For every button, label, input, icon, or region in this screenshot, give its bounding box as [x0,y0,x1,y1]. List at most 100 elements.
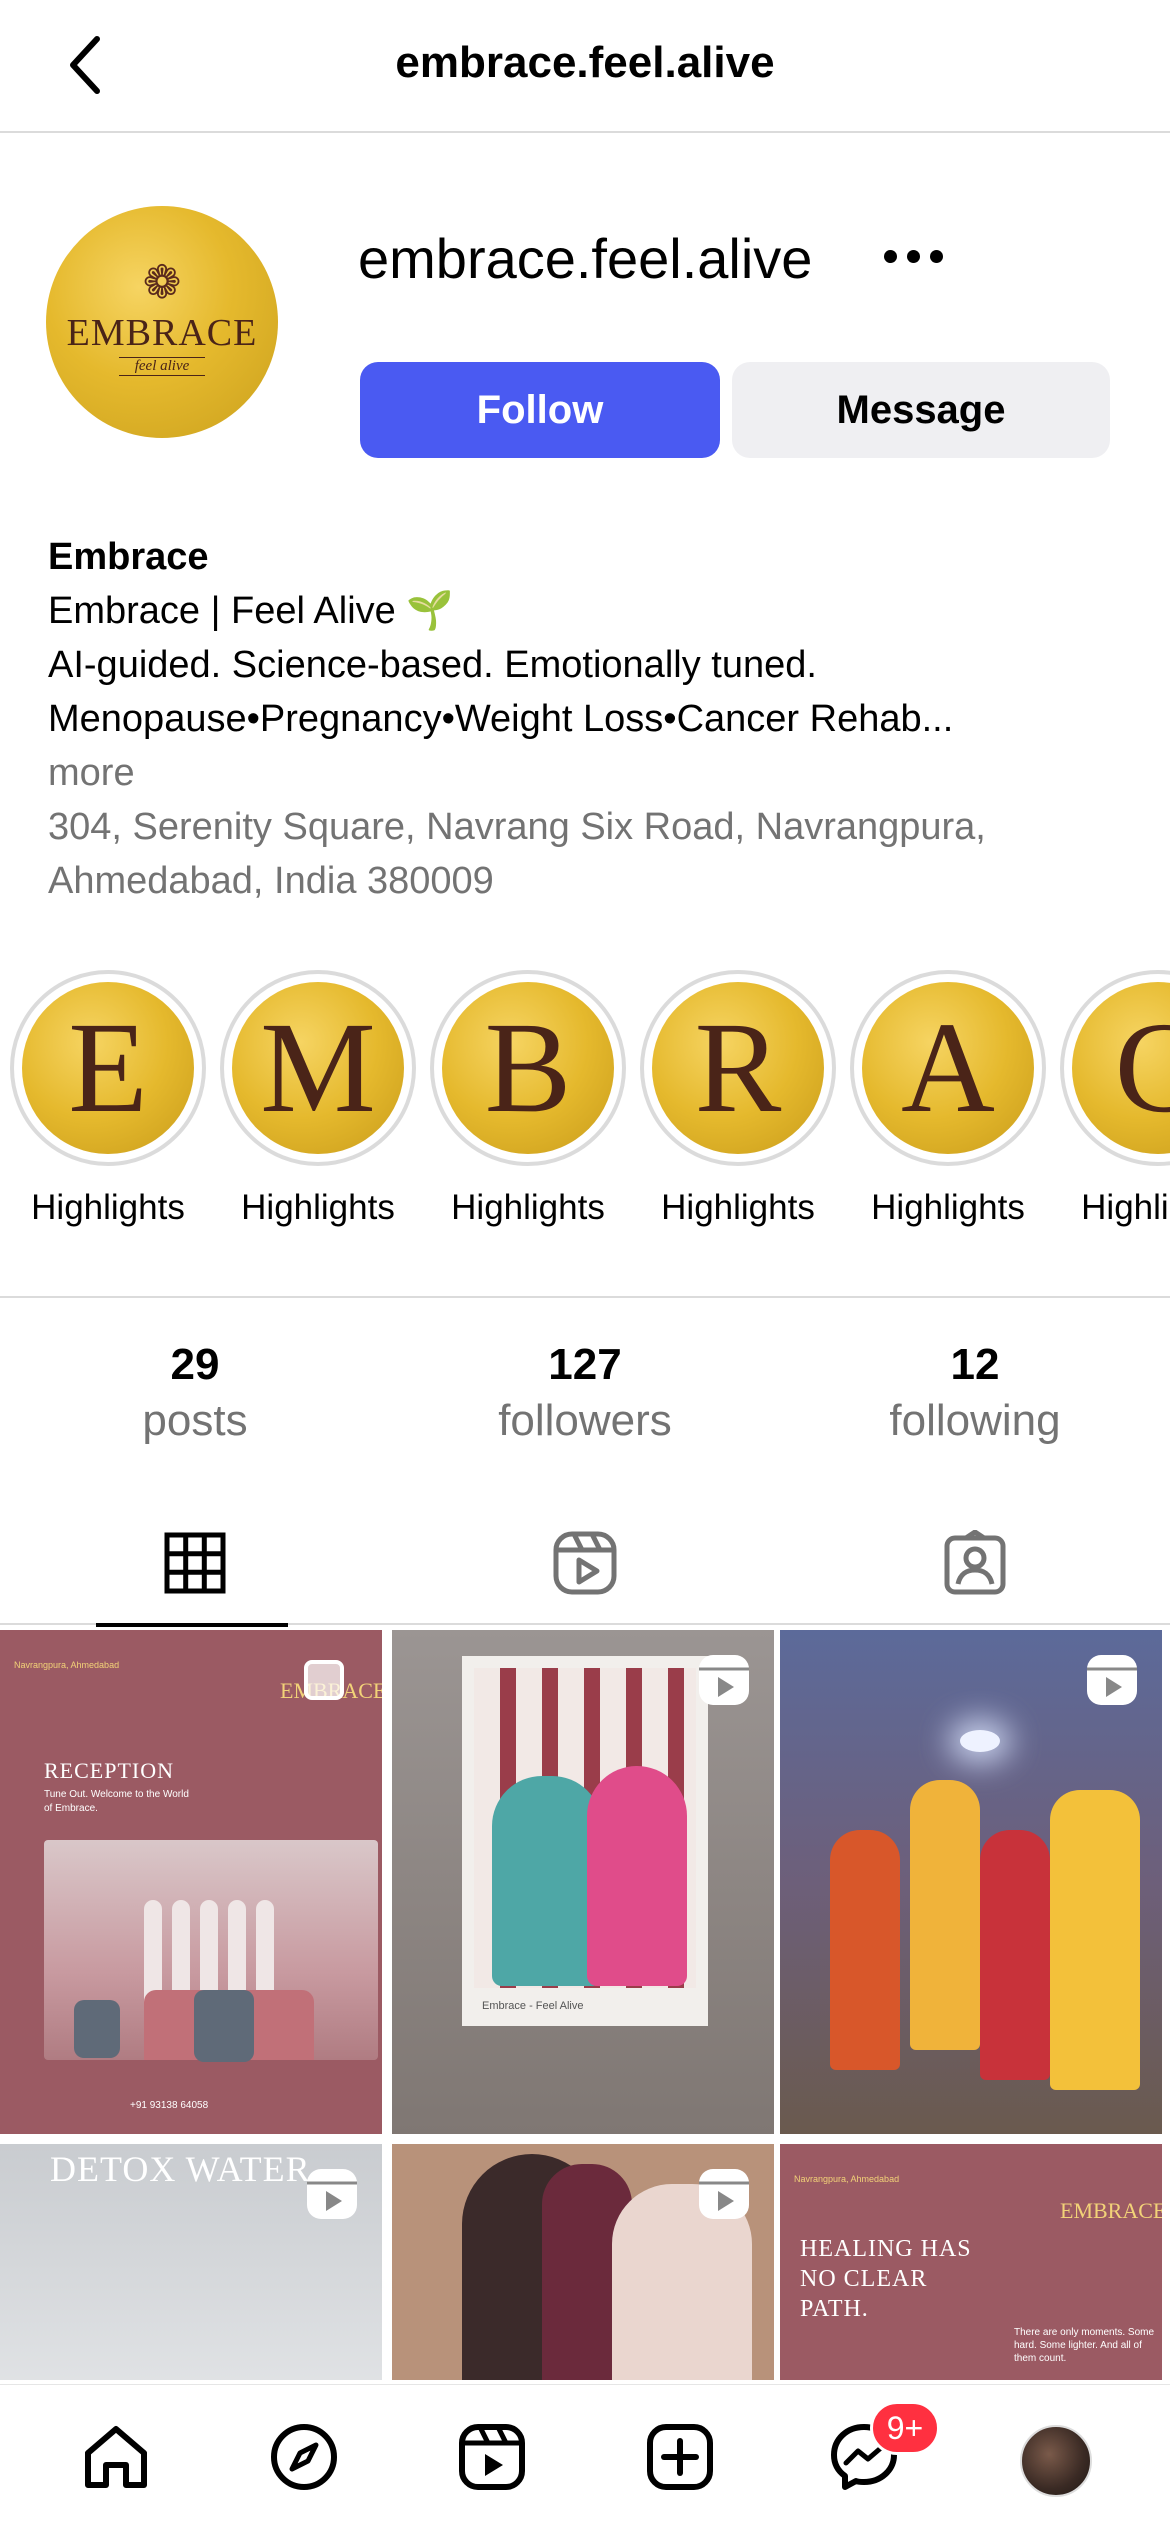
highlight-cover: B [442,982,614,1154]
highlight-label: Highlights [661,1188,815,1227]
display-name: Embrace [48,536,209,578]
nav-explore[interactable] [254,2407,354,2507]
address-line[interactable]: 304, Serenity Square, Navrang Six Road, … [48,800,1128,854]
highlight-label: Highlights [871,1188,1025,1227]
highlight-item[interactable]: M Highlights [220,970,416,1228]
person-figure [1050,1790,1140,2090]
highlight-item[interactable]: B Highlights [430,970,626,1228]
follow-button[interactable]: Follow [360,362,720,458]
post-description: Tune Out. Welcome to the World of Embrac… [44,1789,189,1814]
frame-caption: Embrace - Feel Alive [482,2000,584,2012]
reels-icon [553,1531,617,1594]
profile-stats: 29 posts 127 followers 12 following [0,1340,1170,1470]
highlight-item[interactable]: A Highlights [850,970,1046,1228]
more-options-button[interactable] [878,226,948,286]
dot-icon [929,249,943,263]
person-figure [830,1830,900,2070]
address-line[interactable]: Ahmedabad, India 380009 [48,854,1128,908]
highlight-ring: A [850,970,1046,1166]
post-tile[interactable] [780,1630,1162,2134]
highlight-ring: B [430,970,626,1166]
highlight-label: Highlights [31,1188,185,1227]
message-button[interactable]: Message [732,362,1110,458]
following-label: following [889,1396,1061,1445]
notification-badge: 9+ [870,2401,940,2455]
grid-icon [164,1532,226,1593]
ceiling-light [960,1730,1000,1752]
divider [0,1296,1170,1298]
tab-posts-grid[interactable] [0,1500,390,1627]
nav-home[interactable] [66,2407,166,2507]
following-count: 12 [950,1340,1000,1389]
followers-count: 127 [548,1340,622,1389]
post-tile[interactable]: Embrace - Feel Alive [392,1630,774,2134]
posts-label: posts [142,1396,248,1445]
posts-grid: Navrangpura, Ahmedabad EMBRACE RECEPTION… [0,1630,1170,2380]
following-stat[interactable]: 12 following [780,1340,1170,1446]
nav-create[interactable] [630,2407,730,2507]
post-logo-text: EMBRACE [1060,2198,1162,2223]
profile-avatar[interactable]: ❁ EMBRACE feel alive [46,206,278,438]
highlight-ring: R [640,970,836,1166]
bottom-navigation: 9+ [0,2384,1170,2532]
highlight-cover: M [232,982,404,1154]
person-figure [980,1830,1050,2080]
post-location-text: Navrangpura, Ahmedabad [794,2174,900,2184]
post-tile[interactable]: Navrangpura, Ahmedabad EMBRACE HEALING H… [780,2144,1162,2380]
dot-icon [883,249,897,263]
active-tab-indicator [96,1623,288,1627]
highlight-item[interactable]: C Highlights [1060,970,1170,1228]
bio-line: Menopause•Pregnancy•Weight Loss•Cancer R… [48,698,954,740]
highlight-label: Highlights [451,1188,605,1227]
tagged-icon [944,1529,1006,1594]
highlight-item[interactable]: E Highlights [10,970,206,1228]
post-tile[interactable]: Navrangpura, Ahmedabad EMBRACE RECEPTION… [0,1630,382,2134]
highlight-label: Highlights [1081,1188,1170,1227]
highlight-cover: R [652,982,824,1154]
highlight-item[interactable]: R Highlights [640,970,836,1228]
highlight-ring: M [220,970,416,1166]
highlight-ring: E [10,970,206,1166]
page-title: embrace.feel.alive [395,38,775,87]
posts-stat[interactable]: 29 posts [0,1340,390,1446]
highlight-cover: E [22,982,194,1154]
dot-icon [906,249,920,263]
home-icon [85,2426,147,2488]
story-highlights: E Highlights M Highlights B Highlights R… [0,970,1170,1230]
post-phone-text: +91 93138 64058 [130,2100,209,2111]
reel-icon [699,1655,749,1705]
top-bar: embrace.feel.alive [0,0,1170,133]
bio-line: AI-guided. Science-based. Emotionally tu… [48,644,817,686]
person-figure [587,1766,687,1986]
post-heading: RECEPTION [44,1758,174,1783]
followers-stat[interactable]: 127 followers [390,1340,780,1446]
reel-icon [307,2169,357,2219]
followers-label: followers [498,1396,672,1445]
post-note: There are only moments. Some hard. Some … [1014,2327,1155,2364]
post-tile[interactable] [392,2144,774,2380]
highlight-ring: C [1060,970,1170,1166]
posts-count: 29 [170,1340,220,1389]
more-link[interactable]: more [48,746,1128,800]
nav-reels[interactable] [442,2407,542,2507]
post-title-text: DETOX WATER [50,2149,311,2189]
compass-icon [271,2424,337,2490]
post-heading: HEALING HAS NO CLEAR PATH. [800,2236,972,2322]
bio-section: Embrace Embrace | Feel Alive 🌱 AI-guided… [48,530,1128,908]
nav-profile-avatar[interactable] [1020,2425,1092,2497]
multi-post-icon [304,1660,344,1700]
bio-line: Embrace | Feel Alive 🌱 [48,590,454,632]
tab-reels[interactable] [390,1500,780,1625]
tab-tagged[interactable] [780,1500,1170,1625]
plant-pot [74,2000,120,2058]
profile-username: embrace.feel.alive [358,227,813,290]
person-figure [910,1780,980,2050]
reel-icon [1087,1655,1137,1705]
post-tile[interactable]: DETOX WATER [0,2144,382,2380]
mandala-logo-icon: ❁ [142,255,182,308]
highlight-cover: C [1072,982,1170,1154]
plus-square-icon [647,2424,713,2490]
plant-pot [194,1990,254,2062]
reel-icon [699,2169,749,2219]
photo-frame: Embrace - Feel Alive [462,1656,708,2026]
